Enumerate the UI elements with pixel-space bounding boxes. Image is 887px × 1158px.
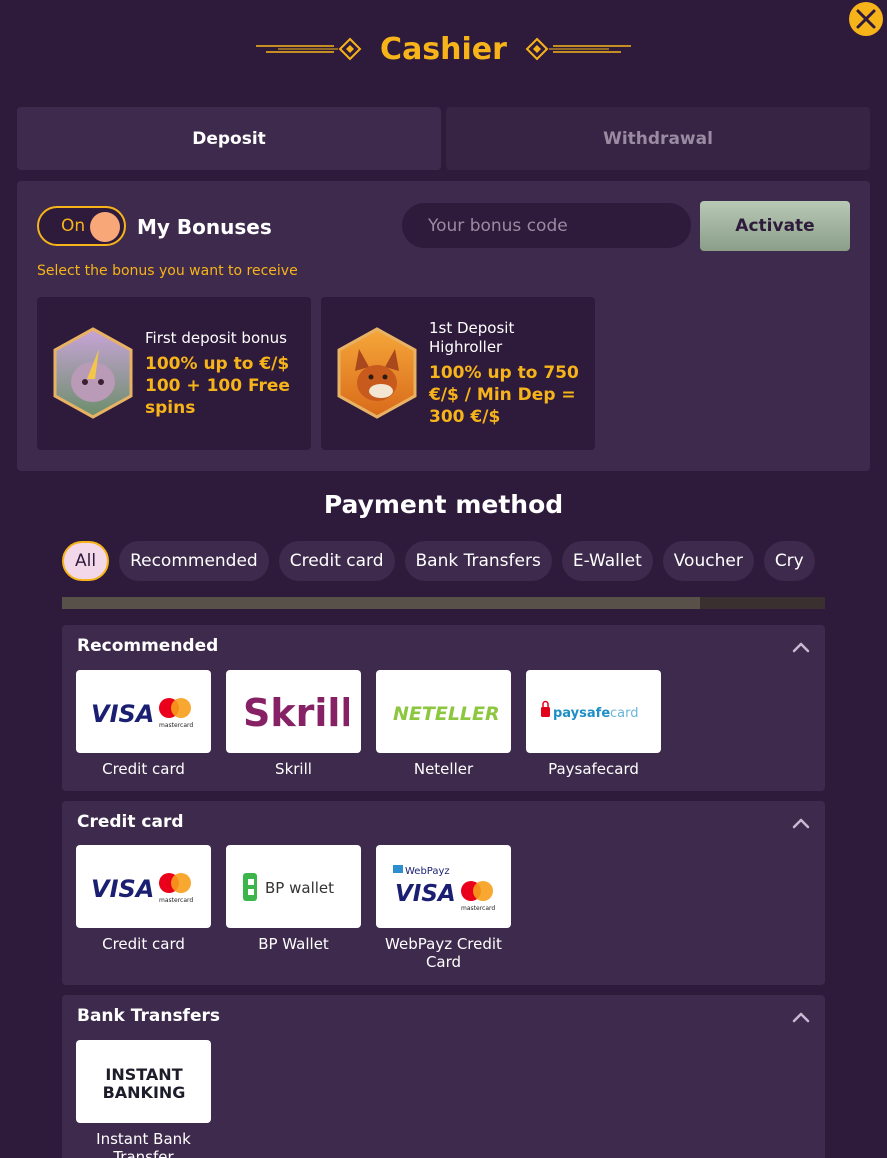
bonus-card-highroller[interactable]: 1st Deposit Highroller 100% up to 750 €/… bbox=[321, 297, 595, 450]
method-paysafecard[interactable]: paysafe card Paysafecard bbox=[526, 670, 661, 778]
svg-text:mastercard: mastercard bbox=[159, 722, 193, 729]
section-title: Credit card bbox=[77, 812, 184, 832]
filters-scrollbar[interactable] bbox=[62, 597, 825, 609]
tab-deposit[interactable]: Deposit bbox=[17, 107, 441, 170]
bonus-offer: 100% up to 750 €/$ / Min Dep = 300 €/$ bbox=[429, 363, 579, 427]
chevron-up-icon[interactable] bbox=[791, 813, 811, 833]
bonus-code-input[interactable] bbox=[402, 203, 691, 248]
filter-crypto[interactable]: Cry bbox=[763, 541, 815, 581]
cashier-header: Cashier bbox=[0, 26, 887, 72]
chevron-up-icon[interactable] bbox=[791, 1007, 811, 1027]
bonus-card-first-deposit[interactable]: First deposit bonus 100% up to €/$ 100 +… bbox=[37, 297, 311, 450]
rhino-bonus-icon bbox=[53, 327, 133, 419]
bonus-toggle[interactable]: On bbox=[37, 206, 126, 246]
cashier-tabs: Deposit Withdrawal bbox=[17, 107, 870, 170]
instant-banking-logo: INSTANT BANKING bbox=[76, 1040, 211, 1123]
svg-text:paysafe: paysafe bbox=[553, 706, 610, 721]
svg-text:NETELLER: NETELLER bbox=[393, 703, 499, 725]
svg-text:mastercard: mastercard bbox=[159, 897, 193, 904]
method-label: Paysafecard bbox=[548, 760, 639, 778]
method-instant-bank-transfer[interactable]: INSTANT BANKING Instant Bank Transfer bbox=[76, 1040, 211, 1158]
bonus-select-hint: Select the bonus you want to receive bbox=[37, 263, 298, 279]
filter-all[interactable]: All bbox=[62, 541, 110, 581]
section-title: Recommended bbox=[77, 636, 219, 656]
tab-withdrawal[interactable]: Withdrawal bbox=[446, 107, 870, 170]
toggle-label: On bbox=[61, 216, 86, 236]
scrollbar-thumb[interactable] bbox=[62, 597, 700, 609]
method-label: BP Wallet bbox=[258, 935, 329, 953]
svg-text:card: card bbox=[610, 706, 638, 721]
visa-mastercard-logo: VISA mastercard bbox=[76, 845, 211, 928]
method-credit-card[interactable]: VISA mastercard Credit card bbox=[76, 845, 211, 953]
paysafecard-logo: paysafe card bbox=[526, 670, 661, 753]
toggle-knob bbox=[90, 212, 120, 242]
section-recommended: Recommended VISA mastercard Credit card … bbox=[62, 625, 825, 791]
chevron-up-icon[interactable] bbox=[791, 637, 811, 657]
filter-bank-transfers[interactable]: Bank Transfers bbox=[404, 541, 552, 581]
page-title: Cashier bbox=[380, 31, 507, 67]
method-neteller[interactable]: NETELLER Neteller bbox=[376, 670, 511, 778]
svg-text:VISA: VISA bbox=[91, 700, 154, 728]
method-label: Instant Bank Transfer bbox=[96, 1130, 191, 1158]
svg-text:mastercard: mastercard bbox=[461, 905, 495, 912]
svg-text:WebPayz: WebPayz bbox=[405, 866, 450, 877]
method-credit-card[interactable]: VISA mastercard Credit card bbox=[76, 670, 211, 778]
method-label: WebPayz Credit Card bbox=[385, 935, 502, 971]
bonus-name: First deposit bonus bbox=[145, 329, 287, 347]
payment-filters: All Recommended Credit card Bank Transfe… bbox=[62, 541, 825, 581]
neteller-logo: NETELLER bbox=[376, 670, 511, 753]
webpayz-logo: WebPayz VISA mastercard bbox=[376, 845, 511, 928]
svg-text:BANKING: BANKING bbox=[102, 1083, 185, 1102]
visa-mastercard-logo: VISA mastercard bbox=[76, 670, 211, 753]
bonus-name: 1st Deposit Highroller bbox=[429, 319, 515, 356]
bonus-panel: On My Bonuses Activate Select the bonus … bbox=[17, 181, 870, 471]
right-decoration bbox=[525, 37, 631, 61]
svg-text:INSTANT: INSTANT bbox=[105, 1065, 182, 1084]
left-decoration bbox=[256, 37, 362, 61]
section-bank-transfers: Bank Transfers INSTANT BANKING Instant B… bbox=[62, 995, 825, 1158]
section-title: Bank Transfers bbox=[77, 1006, 220, 1026]
skrill-logo: Skrill bbox=[226, 670, 361, 753]
bonus-offer: 100% up to €/$ 100 + 100 Free spins bbox=[145, 354, 290, 418]
svg-text:VISA: VISA bbox=[395, 881, 456, 907]
method-skrill[interactable]: Skrill Skrill bbox=[226, 670, 361, 778]
svg-text:VISA: VISA bbox=[91, 875, 154, 903]
section-credit-card: Credit card VISA mastercard Credit card … bbox=[62, 801, 825, 985]
bp-wallet-logo: BP wallet bbox=[226, 845, 361, 928]
filter-e-wallet[interactable]: E-Wallet bbox=[561, 541, 653, 581]
filter-credit-card[interactable]: Credit card bbox=[278, 541, 395, 581]
payment-method-title: Payment method bbox=[323, 490, 564, 519]
activate-button[interactable]: Activate bbox=[700, 201, 850, 251]
method-label: Skrill bbox=[275, 760, 312, 778]
method-label: Credit card bbox=[102, 935, 185, 953]
method-bp-wallet[interactable]: BP wallet BP Wallet bbox=[226, 845, 361, 953]
close-button[interactable] bbox=[849, 2, 883, 36]
method-webpayz[interactable]: WebPayz VISA mastercard WebPayz Credit C… bbox=[376, 845, 511, 971]
my-bonuses-label: My Bonuses bbox=[137, 215, 272, 239]
method-label: Neteller bbox=[413, 760, 474, 778]
close-icon bbox=[856, 9, 876, 29]
svg-text:BP wallet: BP wallet bbox=[265, 879, 334, 897]
filter-recommended[interactable]: Recommended bbox=[119, 541, 269, 581]
svg-text:Skrill: Skrill bbox=[243, 691, 349, 734]
fox-bonus-icon bbox=[337, 327, 417, 419]
method-label: Credit card bbox=[102, 760, 185, 778]
filter-voucher[interactable]: Voucher bbox=[662, 541, 754, 581]
